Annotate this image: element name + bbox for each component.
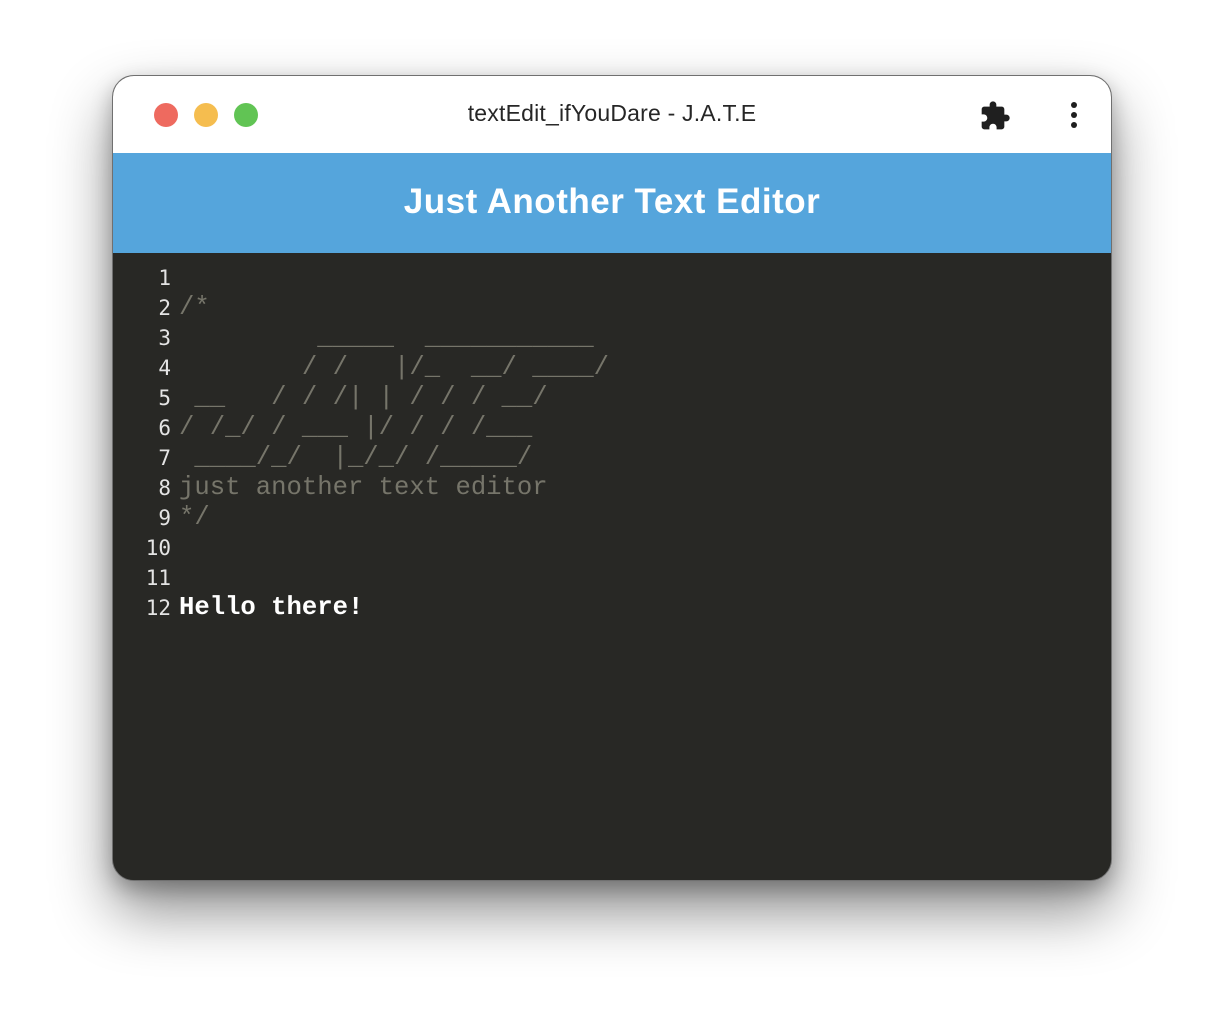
puzzle-icon[interactable]	[979, 100, 1011, 132]
code-line[interactable]: __ / / /| | / / / __/	[179, 383, 1111, 413]
code-content[interactable]: /* _____ ___________ / / |/_ __/ ____/ _…	[179, 263, 1111, 623]
code-line[interactable]: / / |/_ __/ ____/	[179, 353, 1111, 383]
line-number: 9	[158, 506, 171, 530]
line-number: 12	[145, 596, 171, 620]
title-bar: textEdit_ifYouDare - J.A.T.E	[113, 76, 1111, 153]
code-line[interactable]	[179, 533, 1111, 563]
line-number: 11	[145, 566, 171, 590]
line-number: 1	[158, 266, 171, 290]
line-number: 6	[158, 416, 171, 440]
code-line[interactable]: just another text editor	[179, 473, 1111, 503]
line-number: 2	[158, 296, 171, 320]
code-line[interactable]: / /_/ / ___ |/ / / /___	[179, 413, 1111, 443]
app-window: textEdit_ifYouDare - J.A.T.E Just Anothe…	[112, 75, 1112, 881]
app-header: Just Another Text Editor	[113, 153, 1111, 253]
line-number: 7	[158, 446, 171, 470]
code-line[interactable]: ____/_/ |_/_/ /_____/	[179, 443, 1111, 473]
page-title: Just Another Text Editor	[403, 182, 821, 221]
more-vertical-icon[interactable]	[1065, 100, 1083, 132]
code-line[interactable]: Hello there!	[179, 593, 1111, 623]
code-line[interactable]	[179, 263, 1111, 293]
line-number: 5	[158, 386, 171, 410]
line-number: 3	[158, 326, 171, 350]
line-number: 8	[158, 476, 171, 500]
window-title: textEdit_ifYouDare - J.A.T.E	[467, 100, 757, 126]
line-number-gutter: 1 2 3 4 5 6 7 8 9 10 11 12	[113, 263, 171, 623]
code-line[interactable]: */	[179, 503, 1111, 533]
code-editor[interactable]: 1 2 3 4 5 6 7 8 9 10 11 12 /* _____ ____…	[113, 253, 1111, 880]
line-number: 10	[145, 536, 171, 560]
code-line[interactable]: _____ ___________	[179, 323, 1111, 353]
code-line[interactable]: /*	[179, 293, 1111, 323]
code-line[interactable]	[179, 563, 1111, 593]
line-number: 4	[158, 356, 171, 380]
